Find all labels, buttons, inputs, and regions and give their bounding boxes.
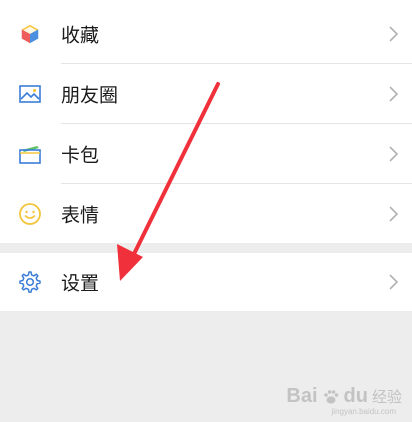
- menu-group-main: 收藏 朋友圈 卡包 表情: [0, 0, 412, 243]
- settings-label: 设置: [61, 272, 100, 295]
- sticker-smiley-icon: [17, 201, 43, 227]
- menu-item-favorites[interactable]: 收藏: [0, 4, 412, 64]
- moments-image-icon: [17, 81, 43, 107]
- watermark-url: jingyan.baidu.com: [331, 407, 396, 416]
- gear-icon: [17, 269, 43, 295]
- menu-item-settings[interactable]: 设置: [0, 252, 412, 312]
- watermark-logo-suffix: du: [343, 385, 368, 407]
- menu-item-moments[interactable]: 朋友圈: [0, 64, 412, 124]
- chevron-right-icon: [389, 274, 399, 290]
- baidu-watermark: Bai du 经验 jingyan.baidu.com: [286, 385, 402, 416]
- menu-item-label: 收藏: [61, 24, 100, 47]
- menu-item-label: 朋友圈: [61, 84, 119, 107]
- card-wallet-icon: [17, 141, 43, 167]
- menu-item-stickers[interactable]: 表情: [0, 184, 412, 244]
- chevron-right-icon: [389, 26, 399, 42]
- watermark-logo: Bai: [286, 385, 318, 407]
- menu-group-settings: 设置: [0, 253, 412, 311]
- menu-item-label: 表情: [61, 204, 100, 227]
- favorites-cube-icon: [17, 21, 43, 47]
- menu-item-label: 卡包: [61, 144, 100, 167]
- watermark-brand: 经验: [371, 389, 402, 406]
- menu-item-card-wallet[interactable]: 卡包: [0, 124, 412, 184]
- chevron-right-icon: [389, 206, 399, 222]
- chevron-right-icon: [389, 86, 399, 102]
- paw-icon: [323, 389, 338, 404]
- chevron-right-icon: [389, 146, 399, 162]
